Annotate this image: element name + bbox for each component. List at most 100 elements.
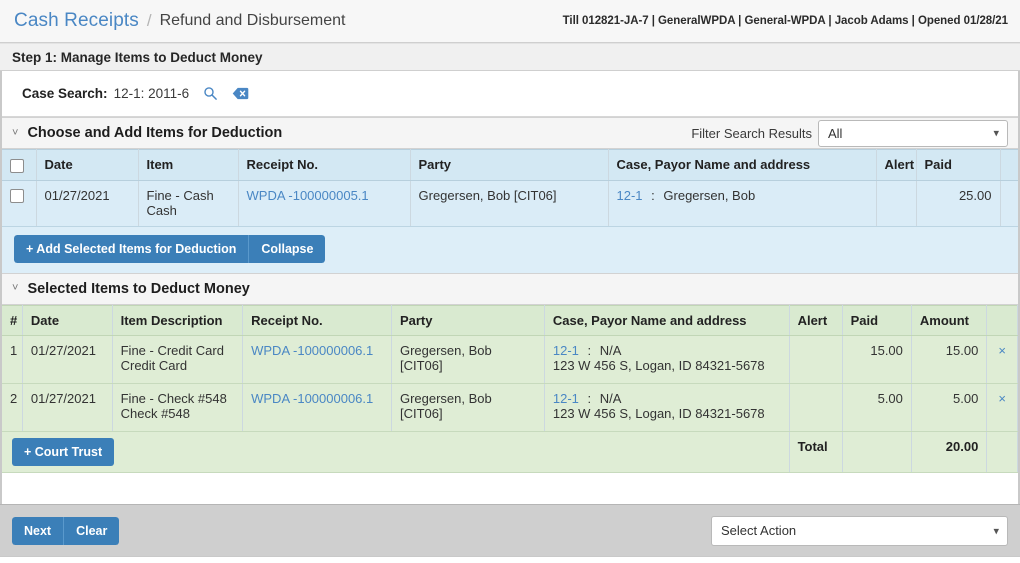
receipt-no-link[interactable]: WPDA -100000006.1 bbox=[251, 343, 373, 358]
selected-items-table: # Date Item Description Receipt No. Part… bbox=[2, 304, 1018, 473]
step-title-bar: Step 1: Manage Items to Deduct Money bbox=[0, 43, 1020, 71]
add-court-trust-button[interactable]: + Court Trust bbox=[12, 437, 115, 466]
collapse-button[interactable]: Collapse bbox=[248, 234, 326, 263]
cell-receipt-no: WPDA -100000006.1 bbox=[242, 335, 392, 384]
till-session-info: Till 012821-JA-7 | GeneralWPDA | General… bbox=[562, 15, 1008, 27]
table-total-row: + Court Trust Total 20.00 bbox=[2, 431, 1018, 473]
cell-case-payor: 12-1 : Gregersen, Bob bbox=[608, 180, 877, 227]
cell-item-description: Fine - Credit Card Credit Card bbox=[112, 335, 244, 384]
case-separator: : bbox=[651, 187, 655, 203]
cell-item-line1: Fine - Credit Card bbox=[120, 342, 224, 358]
column-date: Date bbox=[36, 149, 139, 181]
choose-section-title: Choose and Add Items for Deduction bbox=[27, 125, 283, 141]
column-index: # bbox=[2, 304, 23, 336]
choose-section-actions: + Add Selected Items for Deduction Colla… bbox=[2, 227, 1018, 273]
select-all-header bbox=[2, 149, 37, 181]
cell-item-line2: Credit Card bbox=[120, 357, 188, 373]
case-separator: : bbox=[587, 342, 592, 358]
cell-item: Fine - Cash Cash bbox=[138, 180, 239, 227]
cell-spacer bbox=[1000, 180, 1018, 227]
breadcrumb-separator: / bbox=[146, 11, 152, 30]
payor-name: N/A bbox=[599, 342, 622, 358]
cell-remove: × bbox=[986, 335, 1018, 384]
court-trust-cell: + Court Trust bbox=[2, 431, 790, 473]
column-alert: Alert bbox=[876, 149, 917, 181]
clear-button[interactable]: Clear bbox=[63, 516, 120, 545]
column-date: Date bbox=[22, 304, 113, 336]
chevron-down-icon[interactable]: ˅ bbox=[12, 283, 18, 294]
breadcrumb-cash-receipts[interactable]: Cash Receipts bbox=[14, 10, 139, 32]
column-remove bbox=[986, 304, 1018, 336]
cell-receipt-no: WPDA -100000006.1 bbox=[242, 383, 392, 432]
app-window: Cash Receipts / Refund and Disbursement … bbox=[0, 0, 1020, 563]
total-remove-spacer bbox=[986, 431, 1018, 473]
column-receipt-no: Receipt No. bbox=[242, 304, 392, 336]
footer-button-group: Next Clear bbox=[12, 516, 120, 545]
column-amount: Amount bbox=[911, 304, 988, 336]
case-number-link[interactable]: 12-1 bbox=[617, 188, 643, 203]
payor-name: N/A bbox=[599, 390, 622, 406]
cell-index: 2 bbox=[2, 383, 23, 432]
search-icon[interactable] bbox=[203, 86, 218, 101]
case-search-row: Case Search: 12-1: 2011-6 bbox=[2, 71, 1018, 117]
column-item-description: Item Description bbox=[112, 304, 244, 336]
chevron-down-icon[interactable]: ˅ bbox=[12, 127, 18, 139]
clear-tag-icon[interactable] bbox=[232, 87, 249, 100]
filter-search-results-group: Filter Search Results All ▾ bbox=[691, 119, 1008, 147]
total-amount: 20.00 bbox=[945, 438, 979, 454]
receipt-no-link[interactable]: WPDA -100000006.1 bbox=[251, 391, 373, 406]
filter-select-shell: All ▾ bbox=[818, 119, 1008, 147]
cell-item-line1: Fine - Check #548 bbox=[120, 390, 227, 406]
select-action-dropdown[interactable]: Select Action bbox=[711, 515, 1008, 546]
add-selected-items-button[interactable]: + Add Selected Items for Deduction bbox=[14, 234, 249, 263]
page-body: Case Search: 12-1: 2011-6 ˅ Choose and A… bbox=[0, 71, 1020, 504]
select-all-checkbox[interactable] bbox=[10, 158, 24, 173]
choose-section-header: ˅ Choose and Add Items for Deduction Fil… bbox=[2, 117, 1018, 149]
filter-search-results-select[interactable]: All bbox=[818, 119, 1008, 147]
case-payor-line: 12-1 : N/A bbox=[553, 391, 622, 406]
remove-row-icon[interactable]: × bbox=[995, 343, 1009, 358]
select-action-shell: Select Action ▾ bbox=[711, 515, 1008, 546]
next-button[interactable]: Next bbox=[12, 516, 64, 545]
column-paid: Paid bbox=[916, 149, 1001, 181]
case-number-link[interactable]: 12-1 bbox=[553, 391, 579, 406]
total-label-cell: Total bbox=[789, 431, 843, 473]
table-header-row: # Date Item Description Receipt No. Part… bbox=[2, 304, 1018, 336]
column-case-payor: Case, Payor Name and address bbox=[544, 304, 790, 336]
filter-search-results-label: Filter Search Results bbox=[691, 125, 812, 141]
cell-alert bbox=[789, 335, 843, 384]
table-row[interactable]: 1 01/27/2021 Fine - Credit Card Credit C… bbox=[2, 335, 1018, 384]
cell-case-payor: 12-1 : N/A 123 W 456 S, Logan, ID 84321-… bbox=[544, 383, 790, 432]
cell-amount: 5.00 bbox=[911, 383, 988, 432]
cell-remove: × bbox=[986, 383, 1018, 432]
table-row[interactable]: 2 01/27/2021 Fine - Check #548 Check #54… bbox=[2, 383, 1018, 432]
cell-index: 1 bbox=[2, 335, 23, 384]
cell-item-line1: Fine - Cash bbox=[146, 187, 214, 203]
row-select-checkbox[interactable] bbox=[10, 189, 24, 204]
choose-button-group: + Add Selected Items for Deduction Colla… bbox=[14, 234, 326, 263]
case-search-value: 12-1: 2011-6 bbox=[113, 86, 190, 101]
column-spacer bbox=[1000, 149, 1018, 181]
payor-address: 123 W 456 S, Logan, ID 84321-5678 bbox=[552, 357, 765, 373]
remove-row-icon[interactable]: × bbox=[995, 391, 1009, 406]
case-number-link[interactable]: 12-1 bbox=[553, 343, 579, 358]
choose-section-body: Date Item Receipt No. Party Case, Payor … bbox=[2, 149, 1018, 273]
case-payor-line: 12-1 : N/A bbox=[553, 343, 622, 358]
breadcrumb-header: Cash Receipts / Refund and Disbursement … bbox=[0, 0, 1020, 43]
cell-paid: 5.00 bbox=[842, 383, 912, 432]
receipt-no-link[interactable]: WPDA -100000005.1 bbox=[247, 188, 369, 203]
cell-item-description: Fine - Check #548 Check #548 bbox=[112, 383, 244, 432]
bottom-strip bbox=[0, 556, 1020, 563]
row-select-cell bbox=[2, 180, 37, 227]
breadcrumb-refund-and-disbursement: Refund and Disbursement bbox=[159, 12, 346, 29]
total-amount-cell: 20.00 bbox=[911, 431, 988, 473]
cell-item-line2: Check #548 bbox=[120, 405, 190, 421]
table-row[interactable]: 01/27/2021 Fine - Cash Cash WPDA -100000… bbox=[2, 180, 1018, 227]
column-party: Party bbox=[391, 304, 545, 336]
column-item: Item bbox=[138, 149, 239, 181]
cell-party: Gregersen, Bob [CIT06] bbox=[391, 383, 545, 432]
cell-alert bbox=[789, 383, 843, 432]
cell-amount: 15.00 bbox=[911, 335, 988, 384]
column-receipt-no: Receipt No. bbox=[238, 149, 411, 181]
column-paid: Paid bbox=[842, 304, 912, 336]
